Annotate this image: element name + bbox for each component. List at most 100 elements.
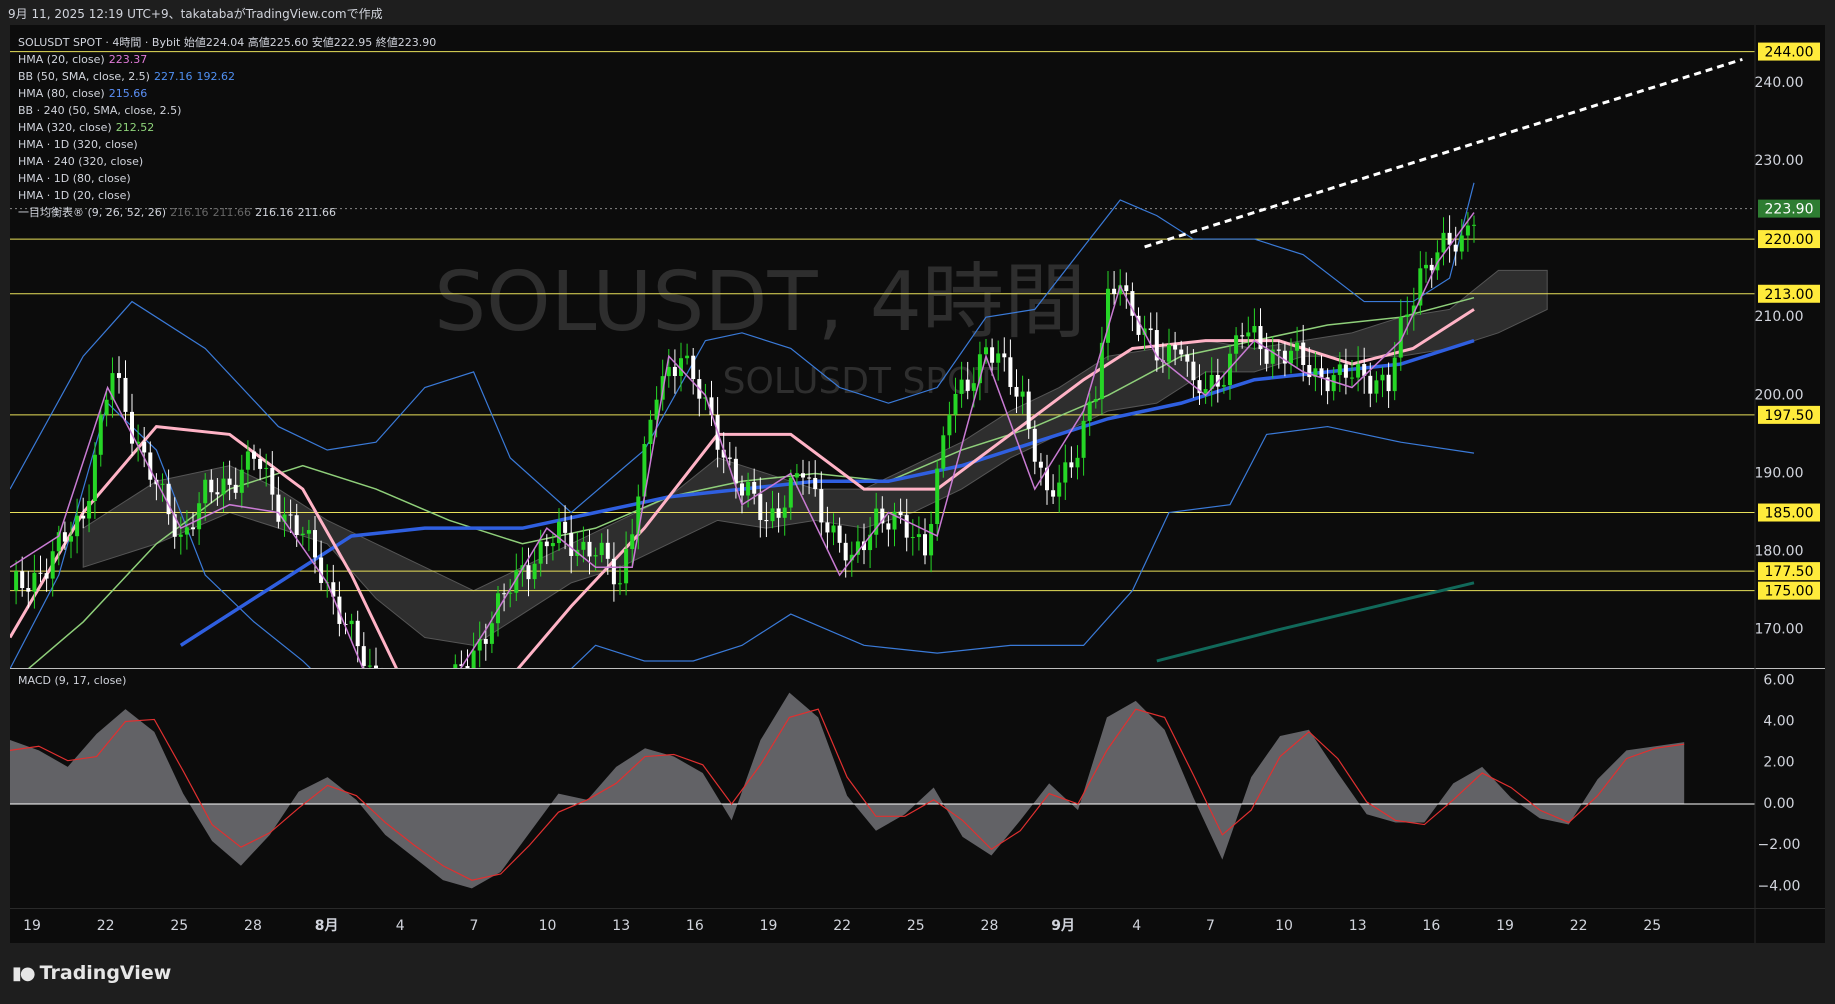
candle-body (1087, 401, 1092, 421)
candle-body (941, 435, 946, 469)
level-badge-label: 197.50 (1765, 408, 1814, 424)
candle-body (130, 411, 134, 444)
candle-body (685, 355, 690, 359)
candle-body (1063, 462, 1068, 483)
candle-body (239, 469, 244, 493)
candle-body (1093, 399, 1098, 402)
candle-body (1276, 349, 1281, 351)
candle-body (184, 527, 189, 535)
candle-body (935, 468, 940, 525)
tradingview-brand[interactable]: ▮● TradingView (12, 962, 171, 984)
candle-body (1051, 490, 1056, 497)
legend-row: SOLUSDT SPOT · 4時間 · Bybit 始値224.04 高値22… (18, 34, 436, 51)
candle-body (209, 479, 214, 493)
legend-value: 211.66 (297, 206, 337, 219)
candle-body (203, 479, 208, 504)
candle-body (1350, 377, 1354, 379)
candle-body (20, 571, 25, 589)
time-tick-label: 7 (469, 918, 478, 934)
candle-body (489, 623, 494, 644)
candle-body (270, 467, 275, 495)
time-tick-label: 16 (686, 918, 704, 934)
candle-body (1368, 375, 1373, 394)
candle-body (26, 588, 31, 592)
macd-tick-label: 0.00 (1763, 796, 1794, 812)
candle-body (1453, 244, 1458, 252)
macd-tick-label: −4.00 (1758, 878, 1801, 894)
time-tick-label: 22 (833, 918, 851, 934)
macd-tick-label: 6.00 (1763, 672, 1794, 688)
candle-body (996, 353, 1001, 363)
candle-body (1038, 461, 1043, 468)
candle-body (593, 555, 598, 557)
candle-body (605, 542, 610, 559)
candle-body (227, 478, 232, 485)
candle-body (1374, 380, 1379, 394)
candle-body (160, 483, 165, 485)
candle-body (904, 515, 909, 538)
level-badge-label: 175.00 (1765, 584, 1814, 600)
price-tick-label: 170.00 (1755, 622, 1804, 638)
candle-body (831, 525, 836, 533)
candle-body (1356, 364, 1361, 378)
candle-body (990, 347, 995, 363)
level-badge-label: 213.00 (1765, 287, 1814, 303)
candle-body (599, 542, 604, 556)
candle-body (349, 620, 354, 625)
candle-body (733, 458, 738, 484)
candle-body (587, 541, 592, 557)
legend-row: 一目均衡表® (9, 26, 52, 26) 216.16 211.66 216.16… (18, 204, 436, 221)
legend-value: 215.66 (108, 87, 148, 100)
candle-body (1405, 314, 1410, 317)
candle-body (923, 534, 927, 556)
legend-value: 216.16 (170, 206, 209, 219)
current-price-badge-label: 223.90 (1765, 202, 1814, 218)
candle-body (916, 534, 921, 538)
candle-body (1221, 385, 1226, 387)
price-tick-label: 190.00 (1755, 465, 1804, 481)
legend-label: HMA (80, close) (18, 87, 105, 100)
candle-body (116, 373, 121, 378)
candle-body (1252, 326, 1257, 333)
time-tick-label: 19 (23, 918, 41, 934)
candle-body (38, 572, 43, 574)
candle-body (104, 399, 109, 415)
time-tick-label: 16 (1422, 918, 1440, 934)
candle-body (526, 565, 531, 580)
legend-row: BB (50, SMA, close, 2.5) 227.16 192.62 (18, 68, 436, 85)
legend-value: 211.66 (212, 206, 252, 219)
candle-body (1148, 328, 1153, 331)
macd-legend: MACD (9, 17, close) (18, 674, 127, 687)
legend-label: BB · 240 (50, SMA, close, 2.5) (18, 104, 182, 117)
candle-body (166, 483, 171, 515)
candle-body (959, 379, 964, 394)
candle-body (1185, 354, 1190, 362)
candle-body (191, 527, 195, 530)
legend-row: HMA · 1D (320, close) (18, 136, 436, 153)
indicator-legend: SOLUSDT SPOT · 4時間 · Bybit 始値224.04 高値22… (18, 34, 436, 221)
candle-body (691, 355, 696, 380)
candle-body (1173, 344, 1178, 350)
candle-body (727, 457, 732, 459)
candle-body (764, 520, 769, 522)
candle-body (294, 515, 299, 536)
legend-value: 212.52 (115, 121, 155, 134)
candle-body (813, 477, 818, 490)
candle-body (44, 573, 49, 579)
legend-label: HMA · 240 (320, close) (18, 155, 144, 168)
level-badge-label: 185.00 (1765, 506, 1814, 522)
candle-body (752, 481, 757, 494)
legend-label: HMA (320, close) (18, 121, 112, 134)
candle-body (1203, 389, 1208, 394)
candle-body (87, 501, 92, 519)
candle-body (758, 493, 763, 521)
level-badge-label: 177.50 (1765, 564, 1814, 580)
candle-body (14, 571, 19, 591)
candle-body (32, 572, 37, 592)
candle-body (252, 451, 256, 459)
candle-body (123, 377, 128, 412)
candle-body (898, 511, 903, 516)
legend-value: 223.37 (108, 53, 148, 66)
time-tick-label: 22 (97, 918, 115, 934)
candle-body (319, 557, 324, 583)
